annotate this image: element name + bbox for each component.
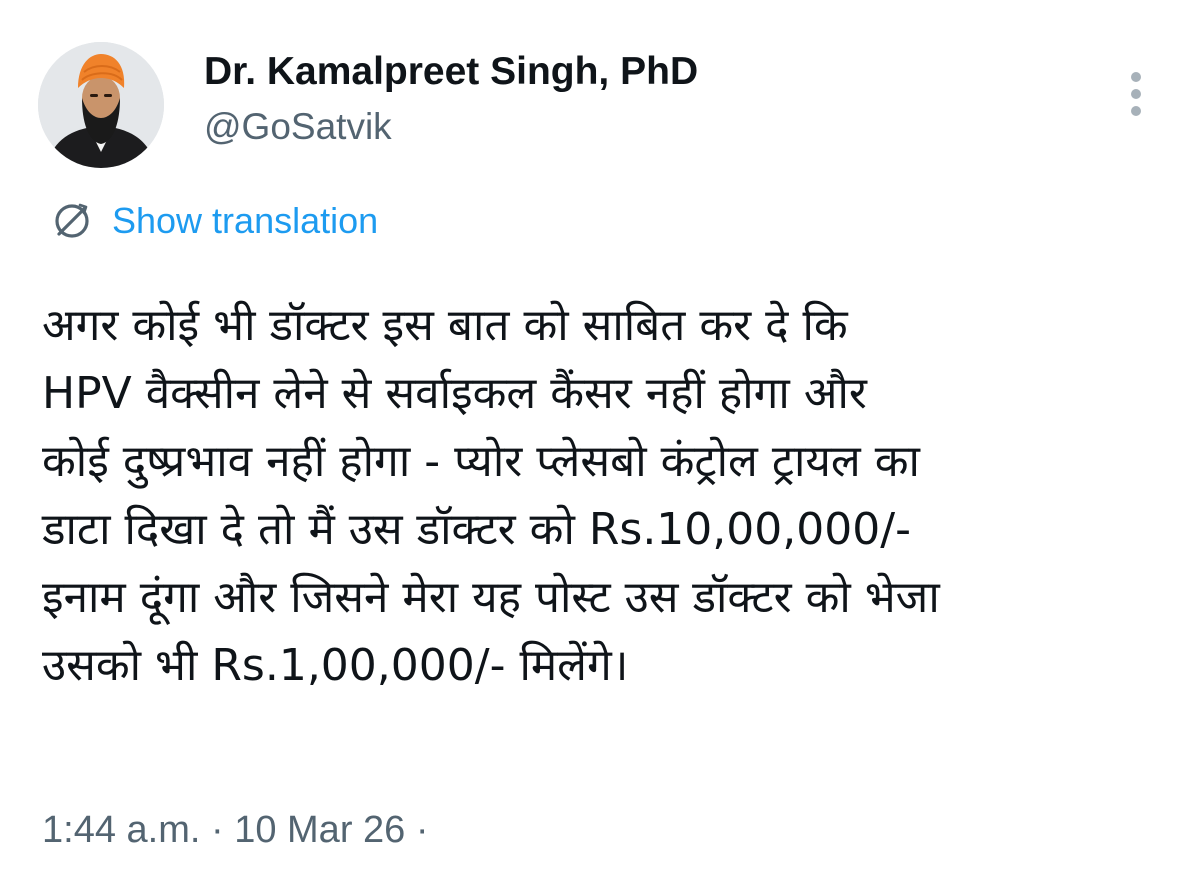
profile-photo: [38, 42, 164, 168]
more-vertical-icon-dot: [1131, 106, 1141, 116]
tweet-text-line: कोई दुष्प्रभाव नहीं होगा - प्योर प्लेसबो…: [42, 436, 920, 487]
show-translation-label: Show translation: [112, 200, 379, 241]
tweet-text-line: इनाम दूंगा और जिसने मेरा यह पोस्ट उस डॉक…: [42, 572, 940, 623]
avatar[interactable]: [38, 42, 164, 168]
meta-separator: ·: [210, 809, 224, 851]
author-display-name[interactable]: Dr. Kamalpreet Singh, PhD: [204, 48, 698, 96]
show-translation-button[interactable]: Show translation: [50, 196, 378, 246]
more-vertical-icon-dot: [1131, 89, 1141, 99]
tweet-text-line: डाटा दिखा दे तो मैं उस डॉक्टर को Rs.10,0…: [42, 504, 911, 555]
author-handle[interactable]: @GoSatvik: [204, 104, 392, 150]
more-vertical-icon: [1131, 72, 1141, 82]
globe-translate-icon: [55, 203, 89, 238]
tweet-text-line: उसको भी Rs.1,00,000/- मिलेंगे।: [42, 640, 629, 691]
tweet-text-line: अगर कोई भी डॉक्टर इस बात को साबित कर दे …: [42, 300, 848, 351]
tweet-date[interactable]: 10 Mar 26: [234, 809, 405, 851]
tweet-text-line: HPV वैक्सीन लेने से सर्वाइकल कैंसर नहीं …: [42, 368, 867, 419]
tweet-timestamp: 1:44 a.m. · 10 Mar 26 ·: [42, 804, 429, 856]
tweet-time[interactable]: 1:44 a.m.: [42, 809, 200, 851]
meta-separator-trailing: ·: [415, 809, 429, 851]
more-options-button[interactable]: [1116, 66, 1156, 122]
tweet-text: अगर कोई भी डॉक्टर इस बात को साबित कर दे …: [42, 292, 1162, 700]
